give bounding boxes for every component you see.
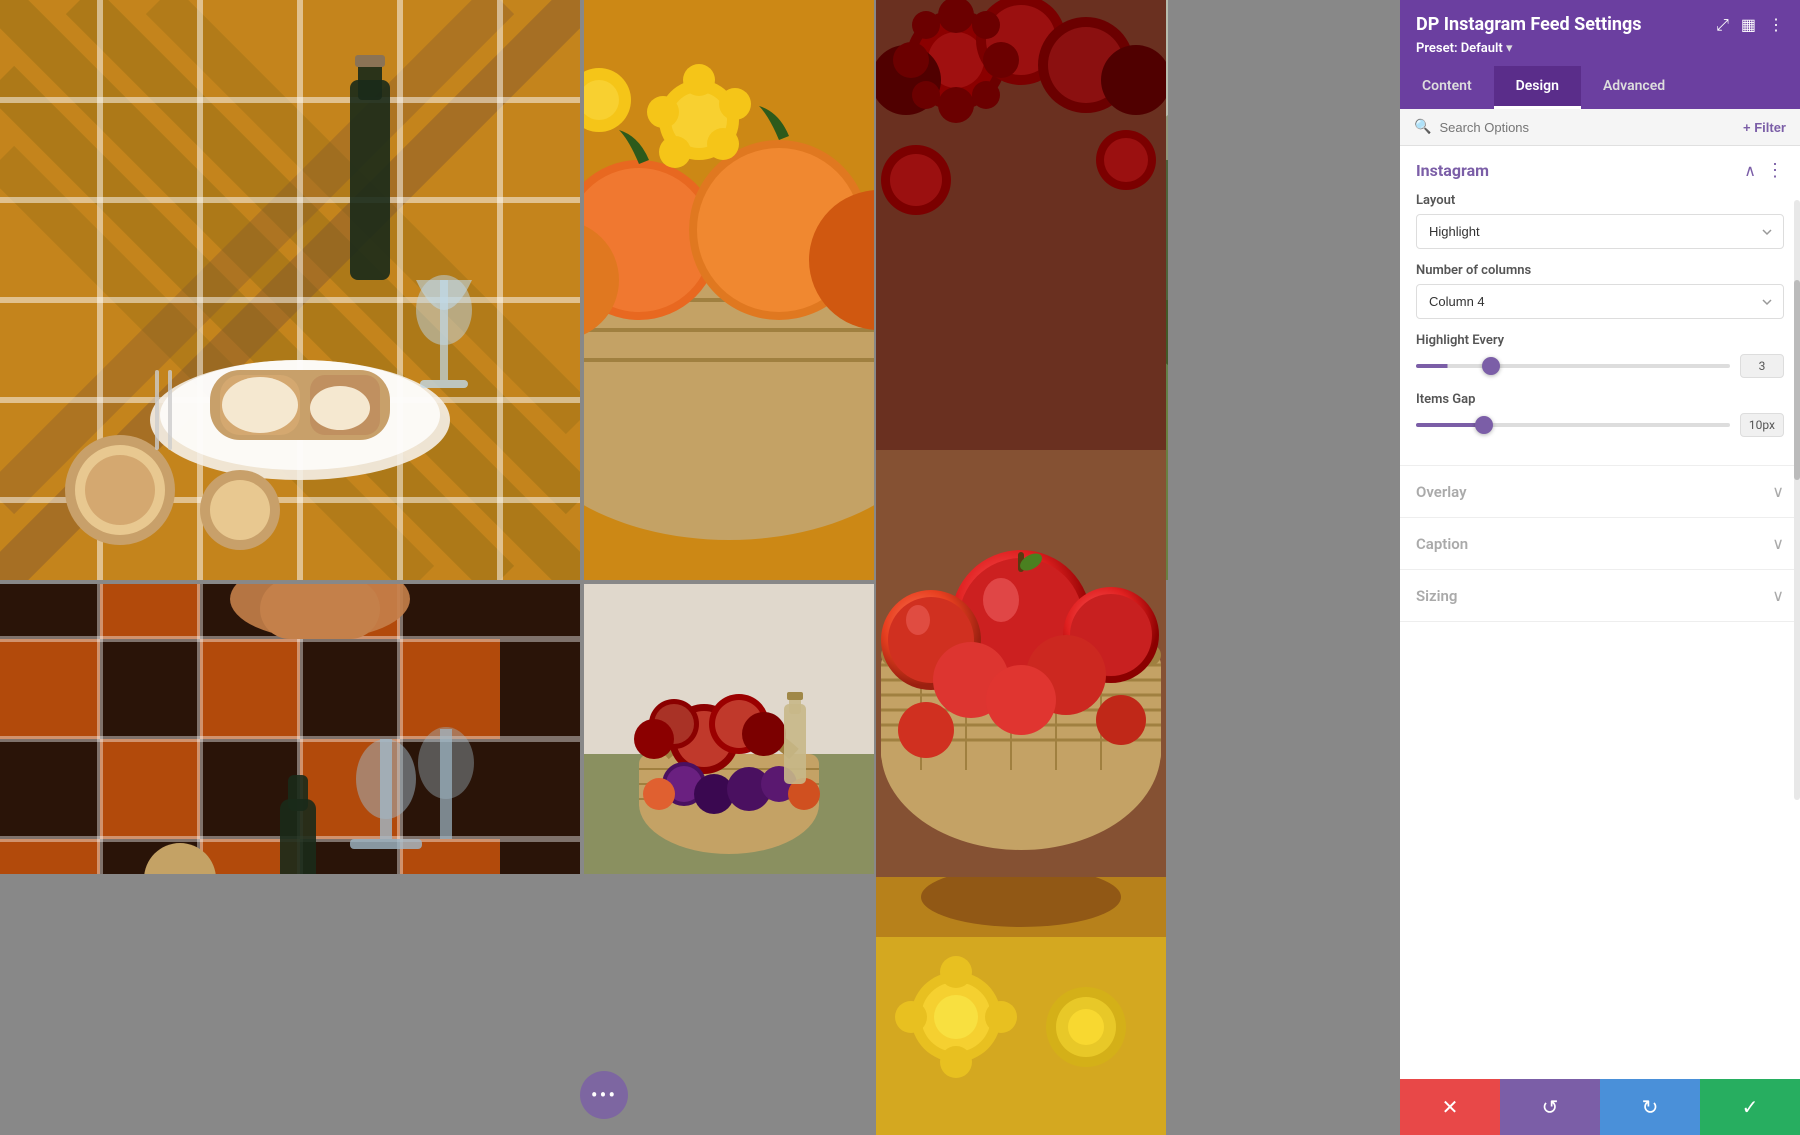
section-caption-chevron: ∨ — [1772, 534, 1784, 553]
photo-strip-bottom — [876, 877, 1166, 1135]
section-overlay-title: Overlay — [1416, 483, 1467, 501]
settings-panel: DP Instagram Feed Settings ⤢ ▦ ⋮ Preset:… — [1400, 0, 1800, 1135]
save-button[interactable]: ✓ — [1700, 1079, 1800, 1135]
photo-main — [0, 0, 580, 580]
layout-field-group: Layout Highlight Grid Masonry Carousel — [1416, 193, 1784, 249]
action-bar-spacer — [1400, 622, 1800, 682]
section-instagram: Instagram ∧ ⋮ Layout Highlight Grid Maso… — [1400, 146, 1800, 466]
highlight-every-label: Highlight Every — [1416, 333, 1784, 348]
photo-bottom-left — [0, 584, 580, 874]
redo-button[interactable]: ↻ — [1600, 1079, 1700, 1135]
photo-large-right — [876, 0, 1166, 877]
search-icon: 🔍 — [1414, 119, 1431, 135]
section-caption[interactable]: Caption ∨ — [1400, 518, 1800, 570]
section-instagram-dots[interactable]: ⋮ — [1766, 160, 1784, 181]
panel-body: 🔍 + Filter Instagram ∧ ⋮ Layout — [1400, 109, 1800, 1135]
scroll-thumb[interactable] — [1794, 280, 1800, 480]
section-instagram-controls: ∧ ⋮ — [1744, 160, 1784, 181]
icon-columns[interactable]: ▦ — [1741, 15, 1756, 34]
items-gap-field-group: Items Gap 10px — [1416, 392, 1784, 437]
section-overlay-chevron: ∨ — [1772, 482, 1784, 501]
highlight-every-slider-row: 3 — [1416, 354, 1784, 378]
filter-button[interactable]: + Filter — [1743, 120, 1786, 135]
columns-field-group: Number of columns Column 1 Column 2 Colu… — [1416, 263, 1784, 319]
highlight-every-field-group: Highlight Every 3 — [1416, 333, 1784, 378]
layout-label: Layout — [1416, 193, 1784, 208]
panel-header: DP Instagram Feed Settings ⤢ ▦ ⋮ Preset:… — [1400, 0, 1800, 66]
action-bar: ✕ ↺ ↻ ✓ — [1400, 1079, 1800, 1135]
tab-content[interactable]: Content — [1400, 66, 1494, 109]
photo-grid-area: ••• — [0, 0, 1400, 1135]
icon-square-arrows[interactable]: ⤢ — [1716, 15, 1729, 35]
highlight-every-slider[interactable] — [1416, 364, 1730, 368]
section-instagram-header: Instagram ∧ ⋮ — [1416, 160, 1784, 181]
items-gap-value: 10px — [1740, 413, 1784, 437]
photo-bottom-middle — [584, 584, 874, 874]
items-gap-slider-row: 10px — [1416, 413, 1784, 437]
instagram-photo-grid — [0, 0, 1400, 880]
cancel-button[interactable]: ✕ — [1400, 1079, 1500, 1135]
search-bar: 🔍 + Filter — [1400, 109, 1800, 146]
panel-title-icons: ⤢ ▦ ⋮ — [1716, 15, 1784, 35]
scroll-indicator — [1794, 200, 1800, 800]
section-instagram-title: Instagram — [1416, 161, 1489, 180]
photo-top-right-1 — [584, 0, 874, 580]
columns-label: Number of columns — [1416, 263, 1784, 278]
preset-row[interactable]: Preset: Default ▾ — [1416, 41, 1784, 66]
items-gap-label: Items Gap — [1416, 392, 1784, 407]
items-gap-slider[interactable] — [1416, 423, 1730, 427]
section-overlay[interactable]: Overlay ∨ — [1400, 466, 1800, 518]
save-icon: ✓ — [1742, 1095, 1759, 1120]
search-input[interactable] — [1439, 120, 1735, 135]
tab-advanced[interactable]: Advanced — [1581, 66, 1687, 109]
settings-panel-wrapper: DP Instagram Feed Settings ⤢ ▦ ⋮ Preset:… — [1400, 0, 1800, 1135]
preset-label: Preset: Default — [1416, 41, 1503, 56]
tabs-row: Content Design Advanced — [1400, 66, 1800, 109]
redo-icon: ↻ — [1642, 1095, 1659, 1120]
ellipsis-icon: ••• — [591, 1083, 617, 1107]
cancel-icon: ✕ — [1442, 1095, 1459, 1120]
undo-button[interactable]: ↺ — [1500, 1079, 1600, 1135]
undo-icon: ↺ — [1542, 1095, 1559, 1120]
tab-design[interactable]: Design — [1494, 66, 1581, 109]
section-caption-title: Caption — [1416, 535, 1468, 553]
highlight-every-value: 3 — [1740, 354, 1784, 378]
ellipsis-button[interactable]: ••• — [580, 1071, 628, 1119]
layout-select[interactable]: Highlight Grid Masonry Carousel — [1416, 214, 1784, 249]
panel-title: DP Instagram Feed Settings — [1416, 14, 1642, 35]
icon-more-vertical[interactable]: ⋮ — [1768, 15, 1784, 34]
columns-select[interactable]: Column 1 Column 2 Column 3 Column 4 Colu… — [1416, 284, 1784, 319]
section-sizing-title: Sizing — [1416, 587, 1457, 605]
panel-title-row: DP Instagram Feed Settings ⤢ ▦ ⋮ — [1416, 14, 1784, 35]
section-instagram-chevron[interactable]: ∧ — [1744, 161, 1756, 180]
section-sizing[interactable]: Sizing ∨ — [1400, 570, 1800, 622]
section-sizing-chevron: ∨ — [1772, 586, 1784, 605]
